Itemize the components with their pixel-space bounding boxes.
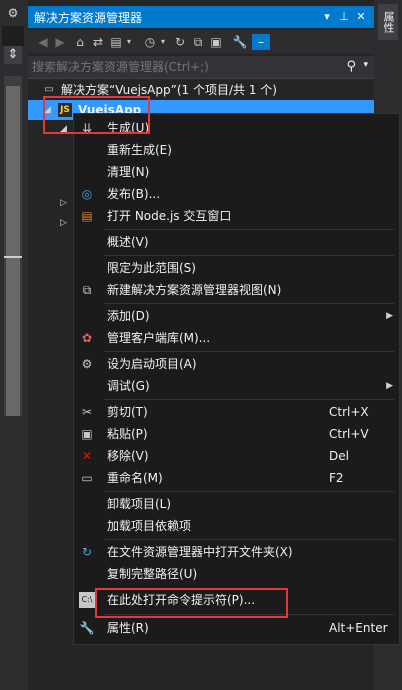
cmd-icon: C:\: [79, 592, 95, 608]
collapse-all-icon[interactable]: ⧉: [190, 34, 206, 50]
globe-icon: ◎: [81, 187, 93, 201]
close-icon[interactable]: ✕: [354, 9, 368, 25]
refresh-icon[interactable]: ↻: [172, 34, 188, 50]
preview-icon[interactable]: –: [252, 34, 270, 50]
solution-icon: ▭: [44, 84, 54, 95]
menu-separator: [104, 255, 394, 256]
node-window-icon: ▤: [81, 209, 93, 223]
submenu-arrow-icon: ▶: [386, 311, 393, 321]
collapse-arrow-icon[interactable]: ▷: [60, 218, 67, 228]
views-dropdown-icon[interactable]: ▾: [124, 34, 134, 50]
search-input[interactable]: [32, 58, 332, 76]
scroll-marker: [4, 256, 22, 258]
menu-item-copy-path[interactable]: 复制完整路径(U): [74, 563, 399, 585]
menu-item-publish[interactable]: ◎ 发布(B)...: [74, 183, 399, 205]
home-icon[interactable]: ⌂: [72, 34, 88, 50]
search-bar: ⚲ ▾: [28, 56, 374, 79]
menu-item-remove[interactable]: ✕ 移除(V) Del: [74, 445, 399, 467]
menu-separator: [104, 539, 394, 540]
sync-icon[interactable]: ⇄: [90, 34, 106, 50]
menu-item-rename[interactable]: ▭ 重命名(M) F2: [74, 467, 399, 489]
menu-separator: [104, 303, 394, 304]
show-all-files-icon[interactable]: ▣: [208, 34, 224, 50]
properties-icon[interactable]: 🔧: [232, 34, 248, 50]
menu-item-open-folder[interactable]: ↻ 在文件资源管理器中打开文件夹(X): [74, 541, 399, 563]
menu-separator: [104, 491, 394, 492]
remove-icon: ✕: [81, 449, 93, 463]
search-dropdown-icon[interactable]: ▾: [363, 60, 368, 70]
pin-icon[interactable]: ⊥: [337, 9, 351, 25]
panel-title: 解决方案资源管理器: [34, 11, 143, 25]
menu-item-paste[interactable]: ▣ 粘贴(P) Ctrl+V: [74, 423, 399, 445]
new-view-icon: ⧉: [82, 283, 92, 297]
menu-item-cut[interactable]: ✂ 剪切(T) Ctrl+X: [74, 401, 399, 423]
menu-item-properties[interactable]: 🔧 属性(R) Alt+Enter: [74, 617, 399, 639]
search-icon[interactable]: ⚲: [346, 59, 356, 74]
menu-item-load-deps[interactable]: 加载项目依赖项: [74, 515, 399, 537]
menu-item-new-view[interactable]: ⧉ 新建解决方案资源管理器视图(N): [74, 279, 399, 301]
highlight-box-open-cmd: [95, 588, 288, 618]
rename-icon: ▭: [81, 471, 93, 485]
highlight-box-build: [43, 96, 150, 134]
pending-changes-icon[interactable]: ◷: [142, 34, 158, 50]
libs-icon: ✿: [81, 331, 93, 345]
paste-icon: ▣: [81, 427, 93, 441]
refresh-icon: ↻: [81, 545, 93, 559]
menu-separator: [104, 399, 394, 400]
menu-item-open-node[interactable]: ▤ 打开 Node.js 交互窗口: [74, 205, 399, 227]
menu-item-startup[interactable]: ⚙ 设为启动项目(A): [74, 353, 399, 375]
left-tool-strip: ⚙ ⇕: [0, 0, 26, 690]
gear-icon: ⚙: [81, 357, 93, 371]
context-menu: ⇊ 生成(U) 重新生成(E) 清理(N) ◎ 发布(B)... ▤ 打开 No…: [73, 113, 400, 645]
panel-titlebar: 解决方案资源管理器 ▾ ⊥ ✕: [28, 6, 374, 28]
split-icon[interactable]: ⇕: [4, 46, 22, 64]
scissors-icon: ✂: [81, 405, 93, 419]
menu-item-unload[interactable]: 卸载项目(L): [74, 493, 399, 515]
scrollbar-thumb[interactable]: [6, 86, 20, 416]
menu-separator: [104, 351, 394, 352]
gear-icon[interactable]: ⚙: [6, 6, 20, 20]
menu-item-clean[interactable]: 清理(N): [74, 161, 399, 183]
menu-item-add[interactable]: 添加(D) ▶: [74, 305, 399, 327]
dropdown-icon[interactable]: ▾: [320, 9, 334, 25]
wrench-icon: 🔧: [79, 621, 95, 635]
menu-item-client-libs[interactable]: ✿ 管理客户端库(M)...: [74, 327, 399, 349]
menu-item-debug[interactable]: 调试(G) ▶: [74, 375, 399, 397]
submenu-arrow-icon: ▶: [386, 381, 393, 391]
menu-item-overview[interactable]: 概述(V): [74, 231, 399, 253]
back-icon[interactable]: ◀: [36, 34, 50, 50]
collapse-arrow-icon[interactable]: ▷: [60, 198, 67, 208]
menu-item-scope[interactable]: 限定为此范围(S): [74, 257, 399, 279]
pending-dropdown-icon[interactable]: ▾: [158, 34, 168, 50]
views-icon[interactable]: ▤: [108, 34, 124, 50]
properties-tab[interactable]: 属性: [378, 4, 398, 40]
menu-item-rebuild[interactable]: 重新生成(E): [74, 139, 399, 161]
menu-separator: [104, 229, 394, 230]
forward-icon[interactable]: ▶: [53, 34, 67, 50]
left-dark-box: [2, 26, 24, 46]
panel-toolbar: ◀ ▶ ⌂ ⇄ ▤ ▾ ◷ ▾ ↻ ⧉ ▣ 🔧 –: [28, 30, 374, 54]
